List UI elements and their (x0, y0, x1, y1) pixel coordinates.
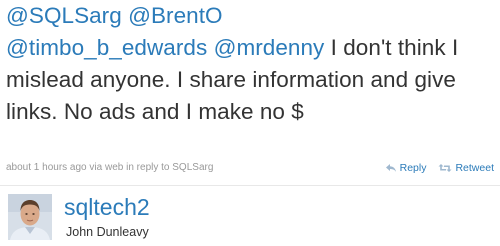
author-full-name: John Dunleavy (66, 225, 149, 239)
retweet-icon (438, 163, 452, 173)
mention-link[interactable]: @BrentO (128, 3, 222, 28)
reply-icon (385, 163, 397, 173)
mention-link[interactable]: @SQLSarg (6, 3, 122, 28)
source-link[interactable]: web (105, 162, 123, 173)
divider (0, 185, 500, 186)
tweet-text: @SQLSarg @BrentO @timbo_b_edwards @mrdenn… (6, 0, 496, 128)
reply-button[interactable]: Reply (385, 160, 427, 176)
reply-prefix: in reply to (126, 162, 170, 173)
mention-link[interactable]: @timbo_b_edwards (6, 35, 207, 60)
retweet-label: Retweet (455, 162, 494, 174)
retweet-button[interactable]: Retweet (438, 160, 494, 176)
mention-link[interactable]: @mrdenny (214, 35, 325, 60)
avatar[interactable] (8, 194, 52, 240)
author-screen-name[interactable]: sqltech2 (64, 193, 150, 221)
via-label: via (89, 162, 103, 173)
tweet-actions: Reply Retweet (385, 160, 494, 176)
in-reply-to-link[interactable]: SQLSarg (172, 162, 213, 173)
reply-label: Reply (399, 162, 427, 174)
timestamp-link[interactable]: about 1 hours ago (6, 162, 87, 173)
